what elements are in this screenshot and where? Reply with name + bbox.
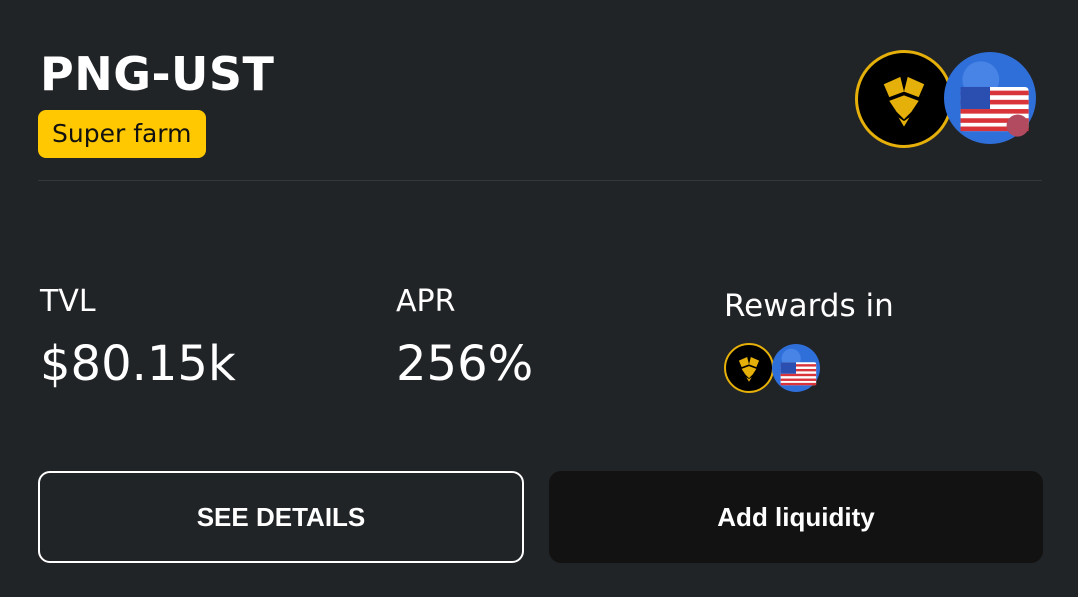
pair-title: PNG-UST xyxy=(40,47,275,101)
tvl-value: $80.15k xyxy=(40,336,236,392)
apr-value: 256% xyxy=(396,336,534,392)
ust-token-icon xyxy=(944,52,1036,144)
ust-reward-icon xyxy=(772,344,820,392)
header-divider xyxy=(38,180,1042,181)
add-liquidity-button[interactable]: Add liquidity xyxy=(549,471,1043,563)
png-token-icon xyxy=(855,50,953,148)
farm-card: PNG-UST Super farm TVL $80.15k APR 256% … xyxy=(0,0,1078,597)
rewards-label: Rewards in xyxy=(724,288,894,324)
see-details-button[interactable]: SEE DETAILS xyxy=(38,471,524,563)
tvl-label: TVL xyxy=(40,284,96,319)
super-farm-badge: Super farm xyxy=(38,110,206,158)
png-reward-icon xyxy=(724,343,774,393)
apr-label: APR xyxy=(396,284,456,319)
